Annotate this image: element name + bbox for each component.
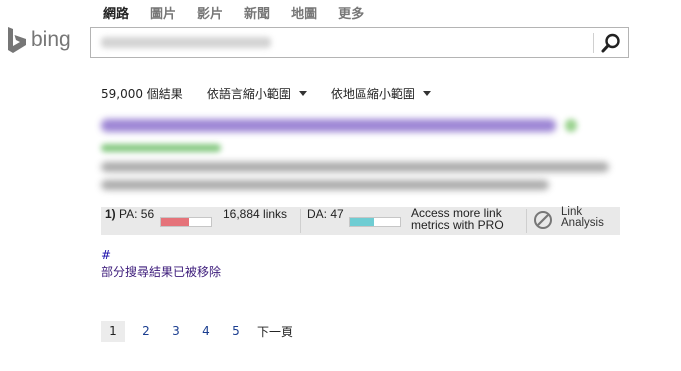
tab-videos[interactable]: 影片 bbox=[197, 3, 223, 22]
mozbar-divider bbox=[526, 209, 527, 233]
result-url-redacted bbox=[101, 144, 221, 152]
page-authority-label: 1) PA: 56 bbox=[105, 207, 154, 221]
page-4[interactable]: 4 bbox=[191, 321, 221, 342]
language-filter-dropdown[interactable]: 依語言縮小範圍 bbox=[207, 85, 307, 102]
mozbar-metrics: 1) PA: 56 16,884 links DA: 47 Access mor… bbox=[101, 206, 620, 235]
link-count: 16,884 links bbox=[223, 207, 288, 221]
page-authority-bar bbox=[160, 217, 212, 227]
page-2[interactable]: 2 bbox=[131, 321, 161, 342]
results-removed-notice[interactable]: 部分搜尋結果已被移除 bbox=[101, 263, 221, 280]
hash-link[interactable]: # bbox=[101, 248, 111, 262]
filter-bar: 59,000 個結果 依語言縮小範圍 依地區縮小範圍 bbox=[101, 85, 455, 102]
bing-logo-text: bing bbox=[31, 28, 71, 51]
language-filter-label: 依語言縮小範圍 bbox=[206, 87, 291, 101]
region-filter-label: 依地區縮小範圍 bbox=[330, 87, 415, 101]
search-input[interactable] bbox=[97, 32, 591, 56]
result-snippet-redacted bbox=[101, 180, 549, 190]
compass-icon[interactable] bbox=[533, 210, 553, 233]
page-authority-fill bbox=[161, 218, 189, 226]
domain-authority-value: DA: 47 bbox=[307, 207, 344, 221]
result-badge-redacted bbox=[565, 119, 577, 132]
bing-logo[interactable]: bing bbox=[6, 26, 71, 54]
result-count: 59,000 個結果 bbox=[101, 87, 183, 101]
result-title-redacted[interactable] bbox=[101, 119, 556, 132]
page-authority-value: PA: 56 bbox=[119, 207, 155, 221]
page-3[interactable]: 3 bbox=[161, 321, 191, 342]
chevron-down-icon bbox=[422, 91, 431, 96]
vertical-nav: 網路 圖片 影片 新聞 地圖 更多 bbox=[103, 3, 364, 22]
search-divider bbox=[593, 33, 594, 53]
chevron-down-icon bbox=[298, 91, 307, 96]
domain-authority-fill bbox=[350, 218, 374, 226]
link-analysis-link[interactable]: Link Analysis bbox=[561, 206, 604, 229]
pro-upsell-line2: metrics with PRO bbox=[411, 218, 504, 232]
region-filter-dropdown[interactable]: 依地區縮小範圍 bbox=[331, 85, 431, 102]
tab-maps[interactable]: 地圖 bbox=[291, 3, 317, 22]
next-page-link[interactable]: 下一頁 bbox=[257, 323, 293, 340]
bing-b-logo-icon bbox=[6, 26, 28, 54]
tab-web[interactable]: 網路 bbox=[103, 3, 129, 22]
tab-more[interactable]: 更多 bbox=[338, 3, 364, 22]
mozbar-divider bbox=[300, 209, 301, 233]
tab-images[interactable]: 圖片 bbox=[150, 3, 176, 22]
pagination: 1 2 3 4 5 下一頁 bbox=[101, 321, 293, 342]
search-box bbox=[90, 27, 629, 58]
link-analysis-line2: Analysis bbox=[561, 217, 604, 229]
result-snippet-redacted bbox=[101, 162, 609, 172]
pro-upsell-link[interactable]: Access more link metrics with PRO bbox=[411, 207, 504, 231]
search-icon[interactable] bbox=[600, 32, 622, 54]
domain-authority-bar bbox=[349, 217, 401, 227]
page-1[interactable]: 1 bbox=[101, 321, 125, 342]
page-5[interactable]: 5 bbox=[221, 321, 251, 342]
tab-news[interactable]: 新聞 bbox=[244, 3, 270, 22]
result-rank: 1) bbox=[105, 207, 116, 221]
